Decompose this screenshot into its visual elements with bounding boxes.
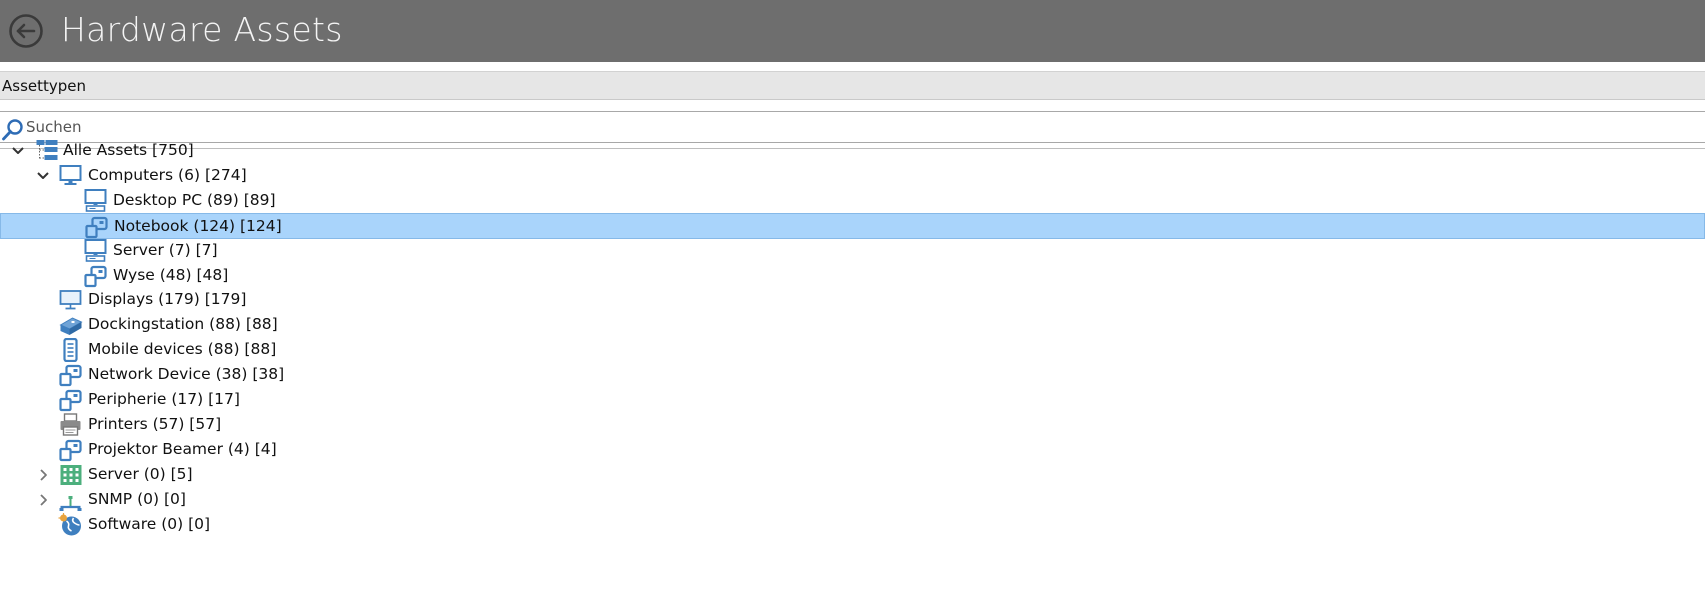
server-grid-icon: [60, 464, 82, 485]
mobile-device-icon: [63, 338, 78, 363]
title-bar: Hardware Assets: [0, 0, 1705, 62]
snmp-network-icon: [59, 495, 82, 511]
section-label: Assettypen: [2, 77, 87, 95]
tree-item-label: Notebook (124) [124]: [114, 216, 282, 235]
tree-item[interactable]: Computers (6) [274]: [0, 163, 1705, 189]
tree-item[interactable]: SNMP (0) [0]: [0, 487, 1705, 513]
back-arrow-circle-icon[interactable]: [8, 13, 44, 49]
tree-item-label: Server (7) [7]: [113, 240, 218, 259]
search-input[interactable]: [24, 115, 1698, 139]
tree-item-label: Wyse (48) [48]: [113, 265, 229, 284]
tree-item[interactable]: Network Device (38) [38]: [0, 362, 1705, 388]
tree-item-label: Network Device (38) [38]: [88, 365, 285, 384]
tree-item[interactable]: Printers (57) [57]: [0, 412, 1705, 438]
tree-item-label: SNMP (0) [0]: [88, 489, 186, 508]
device-generic-icon: [84, 265, 107, 287]
software-globe-icon: [58, 512, 81, 535]
tree-item-label: Mobile devices (88) [88]: [88, 340, 277, 359]
chevron-down-icon[interactable]: [10, 143, 26, 159]
device-generic-icon: [85, 216, 108, 238]
docking-station-icon: [59, 317, 83, 336]
tree-item[interactable]: Dockingstation (88) [88]: [0, 312, 1705, 338]
computer-monitor-icon: [59, 164, 82, 185]
tree-item[interactable]: Displays (179) [179]: [0, 287, 1705, 313]
chevron-right-icon[interactable]: [35, 492, 51, 508]
tree-item[interactable]: Mobile devices (88) [88]: [0, 337, 1705, 363]
device-generic-icon: [59, 364, 82, 387]
tree-item-label: Alle Assets [750]: [63, 141, 194, 159]
tree-item-label: Server (0) [5]: [88, 464, 193, 483]
tree-item-label: Desktop PC (89) [89]: [113, 190, 276, 209]
tree-item[interactable]: Wyse (48) [48]: [0, 263, 1705, 289]
tree-item[interactable]: Alle Assets [750]: [0, 138, 1705, 164]
tree-item-label: Dockingstation (88) [88]: [88, 315, 278, 334]
tree-item-label: Projektor Beamer (4) [4]: [88, 439, 277, 458]
tree-item-label: Peripherie (17) [17]: [88, 390, 240, 408]
tree-item-label: Printers (57) [57]: [88, 414, 222, 433]
tree-item[interactable]: Server (7) [7]: [0, 238, 1705, 264]
server-monitor-icon: [84, 238, 107, 262]
desktop-pc-icon: [84, 188, 107, 212]
tree-item[interactable]: Software (0) [0]: [0, 512, 1705, 538]
tree-item[interactable]: Notebook (124) [124]: [0, 212, 1705, 239]
tree-item[interactable]: Desktop PC (89) [89]: [0, 188, 1705, 214]
page-title: Hardware Assets: [61, 10, 343, 49]
tree-item-label: Displays (179) [179]: [88, 290, 247, 309]
chevron-down-icon[interactable]: [35, 168, 51, 184]
tree-item-label: Software (0) [0]: [88, 514, 211, 533]
chevron-right-icon[interactable]: [35, 467, 51, 483]
tree-item[interactable]: Peripherie (17) [17]: [0, 387, 1705, 413]
section-header: Assettypen: [0, 71, 1705, 100]
device-generic-icon: [59, 439, 82, 461]
display-icon: [59, 290, 82, 310]
tree-item-label: Computers (6) [274]: [88, 165, 247, 184]
tree-hierarchy-icon: [36, 140, 58, 160]
printer-icon: [60, 413, 81, 436]
tree-item[interactable]: Server (0) [5]: [0, 462, 1705, 488]
tree-item[interactable]: Projektor Beamer (4) [4]: [0, 437, 1705, 463]
device-generic-icon: [59, 389, 82, 412]
